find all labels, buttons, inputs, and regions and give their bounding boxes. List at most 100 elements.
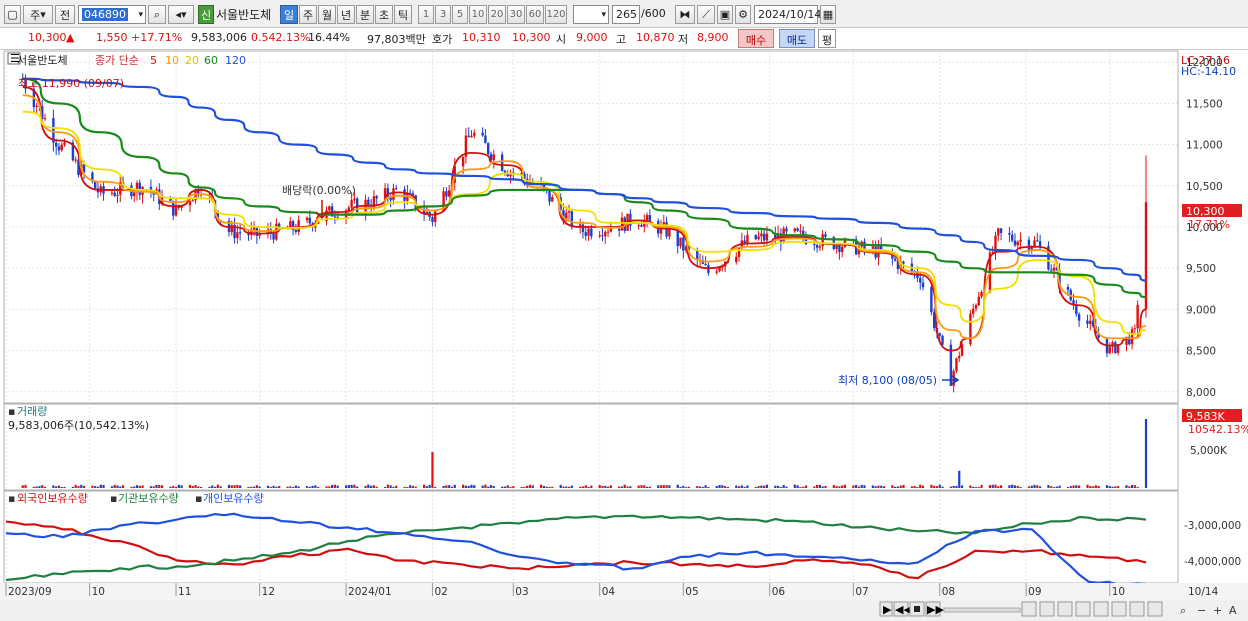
period-icon[interactable] — [1093, 601, 1109, 617]
volume-value-line: 9,583,006주(10,542.13%) — [8, 419, 149, 432]
zoom-out-chart-icon[interactable] — [1039, 601, 1055, 617]
volume-bar — [540, 484, 543, 488]
search-icon[interactable]: ⌕ — [148, 5, 166, 24]
candle-body — [236, 232, 239, 239]
save-icon[interactable]: ▣ — [717, 5, 733, 24]
scroll-track[interactable] — [943, 607, 1021, 613]
plus-icon[interactable]: + — [1213, 604, 1222, 617]
volume-bar — [453, 484, 456, 488]
candle-body — [919, 278, 922, 283]
volume-bar — [933, 485, 936, 488]
low-price: 8,900 — [697, 31, 729, 44]
candle-body — [840, 246, 844, 253]
interval-tab-60[interactable]: 60 — [526, 5, 544, 24]
interval-tab-3[interactable]: 3 — [435, 5, 451, 24]
zoom-in-chart-icon[interactable] — [1021, 601, 1037, 617]
current-price: 10,300 — [28, 31, 67, 44]
search-zoom-icon[interactable]: ⌕ — [1180, 604, 1186, 617]
volume-bar — [177, 484, 180, 488]
interval-tab-5[interactable]: 5 — [452, 5, 468, 24]
candle-body — [63, 142, 66, 145]
interval-tab-10[interactable]: 10 — [469, 5, 487, 24]
interval-tab-20[interactable]: 20 — [488, 5, 506, 24]
candle-body — [1136, 304, 1139, 329]
volume-bar — [492, 485, 495, 488]
date-input[interactable]: 2024/10/14 — [754, 5, 821, 24]
minus-icon[interactable]: − — [1197, 604, 1206, 617]
link-icon[interactable] — [1129, 601, 1145, 617]
stretch-icon[interactable] — [1111, 601, 1127, 617]
period-tab-0[interactable]: 일 — [280, 5, 298, 24]
candle-body — [305, 217, 309, 221]
candle-body — [481, 132, 484, 136]
crosshair-icon[interactable] — [1057, 601, 1073, 617]
volume-bar — [863, 485, 866, 488]
date-tick-2: 11 — [178, 586, 191, 598]
volume-bar — [559, 484, 562, 488]
price-panel-title: 서울반도체 — [17, 54, 68, 67]
candle-body — [551, 197, 554, 202]
date-tick-4: 2024/01 — [348, 586, 392, 598]
speaker-icon[interactable]: ◂▾ — [168, 5, 194, 24]
volume-bar — [604, 485, 607, 488]
chart-type-dropdown[interactable]: 주 ▾ — [23, 5, 53, 24]
candle-body — [258, 234, 261, 236]
stock-code-input[interactable]: 046890 ▾ — [78, 5, 146, 24]
candle-body — [389, 197, 392, 201]
draw-icon[interactable]: ⟋ — [697, 5, 715, 24]
sell-button[interactable]: 매도 — [779, 29, 815, 48]
volume-bar — [236, 485, 239, 488]
volume-bar — [721, 485, 724, 488]
period-tab-4[interactable]: 분 — [356, 5, 374, 24]
volume-bar — [1094, 485, 1097, 488]
volume-bar — [735, 485, 738, 488]
scale-icon[interactable] — [1075, 601, 1091, 617]
evaluate-button[interactable]: 평 — [818, 29, 836, 48]
layout-icon[interactable]: ▢ — [4, 5, 21, 24]
font-size-icon[interactable]: A — [1229, 604, 1237, 617]
candle-body — [473, 132, 476, 136]
volume-bar — [919, 484, 922, 488]
period-tab-5[interactable]: 초 — [375, 5, 393, 24]
new-badge-button[interactable]: 신 — [198, 5, 214, 24]
gear-icon[interactable]: ⚙ — [735, 5, 751, 24]
candle-body — [328, 206, 331, 211]
compare-icon[interactable]: ⧓ — [675, 5, 695, 24]
candle-body — [434, 211, 437, 222]
volume-bar — [464, 485, 468, 488]
volume-bar — [227, 484, 231, 488]
period-tab-6[interactable]: 틱 — [394, 5, 412, 24]
volume-bar — [542, 485, 546, 488]
period-tab-3[interactable]: 년 — [337, 5, 355, 24]
market-button[interactable]: 전 — [55, 5, 75, 24]
hc-label: HC:-14.10 — [1181, 65, 1236, 78]
interval-tab-1[interactable]: 1 — [418, 5, 434, 24]
interval-tab-120[interactable]: 120 — [545, 5, 567, 24]
volume-bar — [41, 485, 44, 488]
candle-body — [461, 156, 465, 167]
settings-small-icon[interactable] — [1147, 601, 1163, 617]
candle-body — [447, 190, 451, 197]
volume-bar — [587, 486, 590, 488]
interval-dropdown[interactable]: ▾ — [573, 5, 609, 24]
period-tab-1[interactable]: 주 — [299, 5, 317, 24]
price-tick-6: 11,000 — [1186, 140, 1223, 152]
volume-bar — [896, 486, 900, 488]
candle-body — [188, 201, 192, 206]
calendar-icon[interactable]: ▦ — [820, 5, 836, 24]
price-change: 1,550 — [96, 31, 128, 44]
volume-bar — [818, 484, 821, 488]
volume-bar — [152, 486, 155, 488]
buy-button[interactable]: 매수 — [738, 29, 774, 48]
period-tab-2[interactable]: 월 — [318, 5, 336, 24]
volume-bar — [640, 485, 643, 488]
candle-body — [754, 234, 757, 240]
volume-bar — [80, 484, 83, 488]
volume-bar — [372, 485, 376, 488]
candle-body — [813, 244, 816, 246]
period-tabs: 일주월년분초틱 — [280, 5, 415, 24]
count-input[interactable]: 265 — [612, 5, 640, 24]
interval-tab-30[interactable]: 30 — [507, 5, 525, 24]
candle-body — [971, 308, 975, 314]
candle-body — [487, 143, 490, 154]
